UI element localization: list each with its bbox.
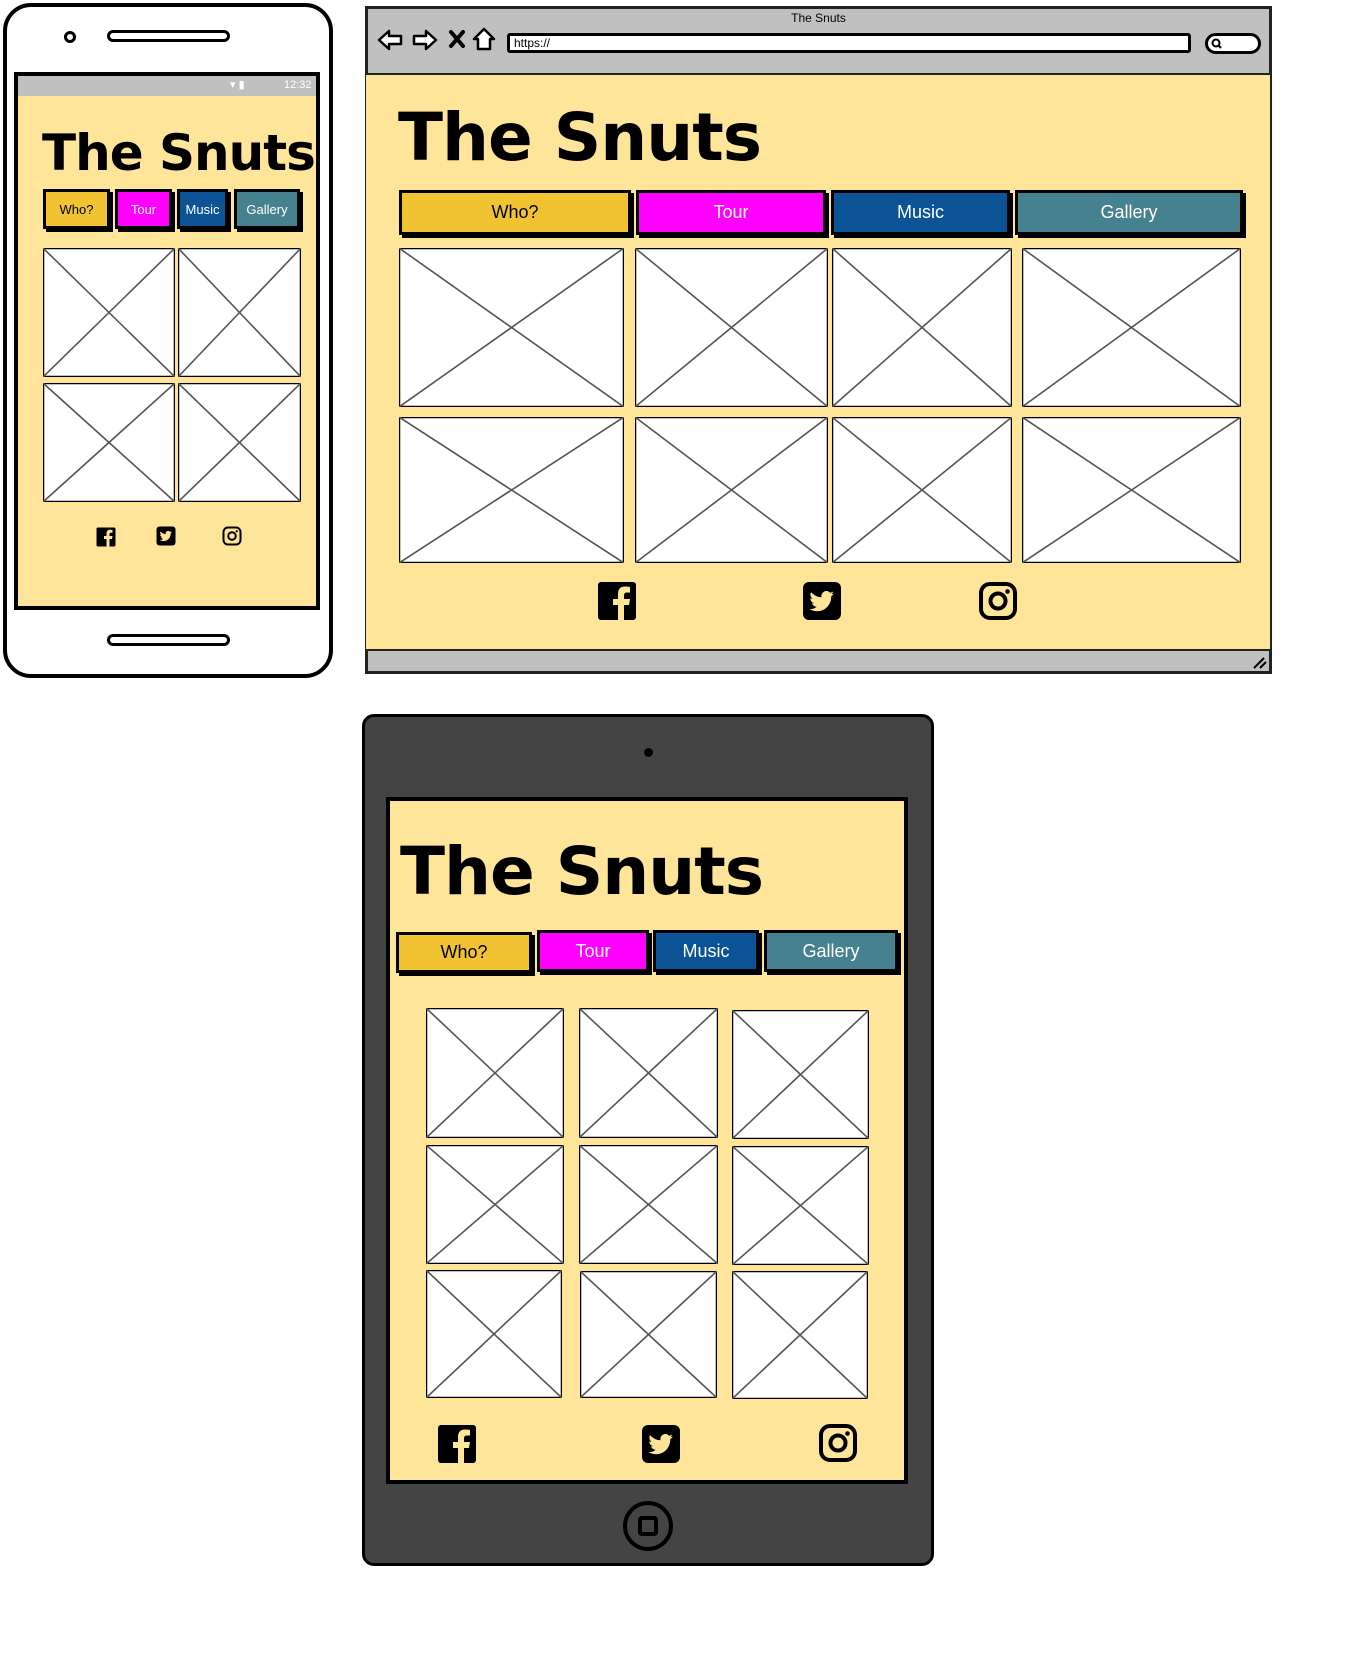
page-title: The Snuts [400,833,764,910]
nav-gallery[interactable]: Gallery [234,189,300,229]
image-placeholder [1022,417,1241,563]
status-time: 12:32 [284,79,312,91]
resize-handle-icon[interactable] [1252,655,1268,669]
image-placeholder [178,383,301,502]
nav-who[interactable]: Who? [396,932,532,973]
image-placeholder [732,1010,869,1139]
image-placeholder [579,1145,718,1264]
nav-music[interactable]: Music [177,189,228,229]
image-placeholder [832,417,1012,563]
image-placeholder [579,1008,718,1138]
twitter-icon[interactable] [641,1424,681,1464]
facebook-icon[interactable] [437,1424,477,1464]
tablet-home-button[interactable] [623,1501,673,1551]
page-title: The Snuts [398,99,762,176]
tablet-camera [644,748,653,757]
mobile-home-bar [107,634,230,646]
address-bar[interactable]: https:// [507,33,1191,53]
image-placeholder [635,248,828,407]
nav-music[interactable]: Music [653,930,759,972]
nav-music[interactable]: Music [831,190,1010,235]
nav-tour[interactable]: Tour [537,930,649,972]
image-placeholder [43,248,175,377]
nav-tour[interactable]: Tour [636,190,826,235]
mobile-camera [64,31,76,43]
twitter-icon[interactable] [156,526,176,546]
search-icon[interactable] [1205,33,1261,54]
home-button-icon [638,1516,658,1536]
nav-gallery[interactable]: Gallery [1015,190,1243,235]
home-icon[interactable] [472,27,496,51]
instagram-icon[interactable] [978,581,1018,621]
twitter-icon[interactable] [802,581,842,621]
image-placeholder [1022,248,1241,407]
nav-who[interactable]: Who? [399,190,631,235]
image-placeholder [399,417,624,563]
instagram-icon[interactable] [818,1423,858,1463]
browser-window-title: The Snuts [791,11,846,25]
nav-tour[interactable]: Tour [115,189,172,229]
forward-icon[interactable] [412,28,438,52]
image-placeholder [178,248,301,377]
image-placeholder [43,383,175,502]
image-placeholder [635,417,828,563]
nav-gallery[interactable]: Gallery [764,930,898,972]
status-icons: ▾ ▮ [230,79,245,91]
stop-icon[interactable] [448,29,466,49]
mobile-status-bar: ▾ ▮ 12:32 [18,76,316,96]
page-title: The Snuts [42,124,316,182]
back-icon[interactable] [377,28,403,52]
mobile-speaker [107,30,230,42]
facebook-icon[interactable] [96,527,116,547]
image-placeholder [732,1146,869,1265]
nav-who[interactable]: Who? [43,189,110,229]
image-placeholder [426,1145,564,1264]
image-placeholder [399,248,624,407]
image-placeholder [732,1271,868,1399]
image-placeholder [580,1271,717,1398]
instagram-icon[interactable] [222,526,242,546]
facebook-icon[interactable] [597,581,637,621]
image-placeholder [426,1270,562,1398]
image-placeholder [832,248,1012,407]
image-placeholder [426,1008,564,1138]
